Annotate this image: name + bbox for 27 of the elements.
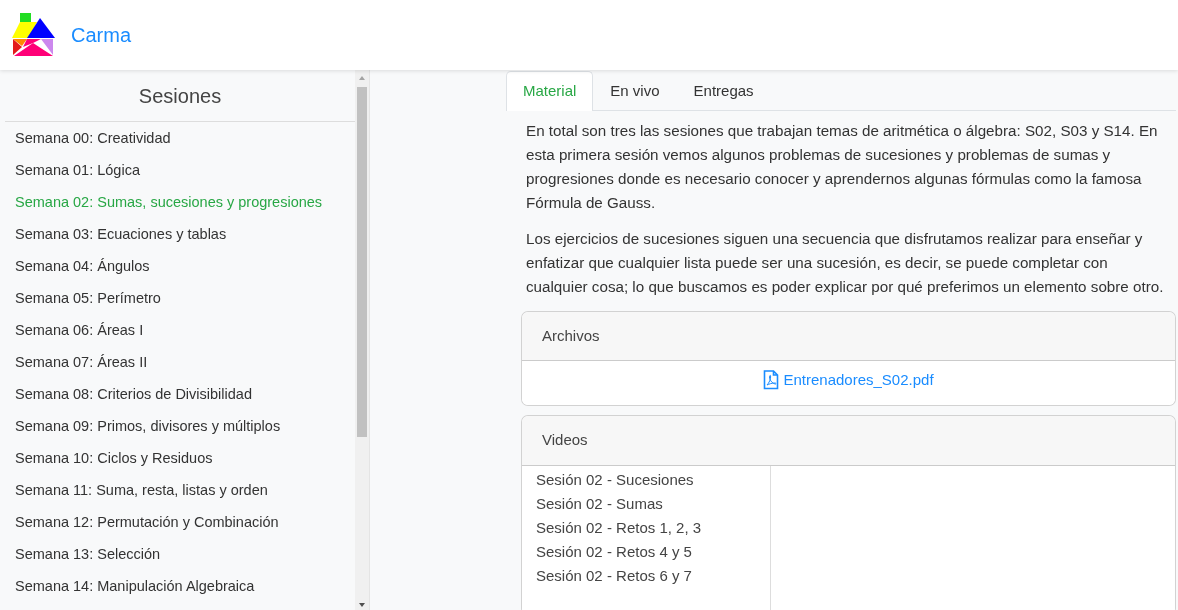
- video-item[interactable]: Sesión 02 - Sumas: [536, 491, 770, 516]
- tab[interactable]: En vivo: [593, 71, 677, 111]
- video-item[interactable]: Sesión 02 - Retos 4 y 5: [536, 539, 770, 564]
- tab[interactable]: Entregas: [676, 71, 771, 111]
- video-item[interactable]: Sesión 02 - Retos 6 y 7: [536, 563, 770, 588]
- video-item[interactable]: Sesión 02 - Sucesiones: [536, 467, 770, 492]
- paragraph: Los ejercicios de sucesiones siguen una secuencia que disfrutamos realizar para enseñar y enfatizar que cualquier lista puede ser una sucesión, es decir, se puede completar con cualquier cosa; lo que buscamos es poder explicar por qué preferimos un elemento sobre otro.: [525, 228, 1165, 297]
- sidebar-item[interactable]: Semana 05: Perímetro: [5, 282, 355, 314]
- pdf-file-icon: [763, 370, 780, 391]
- sidebar-item[interactable]: Semana 12: Permutación y Combinación: [5, 506, 355, 538]
- sidebar-item[interactable]: Semana 00: Creatividad: [5, 122, 355, 154]
- sidebar-item[interactable]: Semana 13: Selección: [5, 538, 355, 570]
- sidebar-item[interactable]: Semana 11: Suma, resta, listas y orden: [5, 474, 355, 506]
- paragraph: En total son tres las sesiones que trabajan temas de aritmética o álgebra: S02, S03 y S14. En esta primera sesión vemos algunos problemas de sucesiones y problemas de sumas y progresiones donde es necesario conocer y aprendernos algunas fórmulas como la famosa Fórmula de Gauss.: [525, 120, 1159, 213]
- sidebar-item[interactable]: Semana 06: Áreas I: [5, 314, 355, 346]
- sidebar-item[interactable]: Semana 10: Ciclos y Residuos: [5, 442, 355, 474]
- sidebar-item[interactable]: Semana 14: Manipulación Algebraica: [5, 570, 355, 602]
- sidebar-item[interactable]: Semana 09: Primos, divisores y múltiplos: [5, 410, 355, 442]
- sidebar-item[interactable]: Semana 03: Ecuaciones y tablas: [5, 218, 355, 250]
- video-item[interactable]: Sesión 02 - Retos 1, 2, 3: [536, 515, 770, 540]
- sidebar-item[interactable]: Semana 01: Lógica: [5, 154, 355, 186]
- scrollbar[interactable]: [355, 70, 370, 610]
- card-title: Archivos: [522, 311, 1175, 361]
- card-title: Videos: [522, 416, 1175, 466]
- sidebar-item[interactable]: Semana 04: Ángulos: [5, 250, 355, 282]
- sidebar-item[interactable]: Semana 08: Criterios de Divisibilidad: [5, 378, 355, 410]
- sidebar-item[interactable]: Semana 07: Áreas II: [5, 346, 355, 378]
